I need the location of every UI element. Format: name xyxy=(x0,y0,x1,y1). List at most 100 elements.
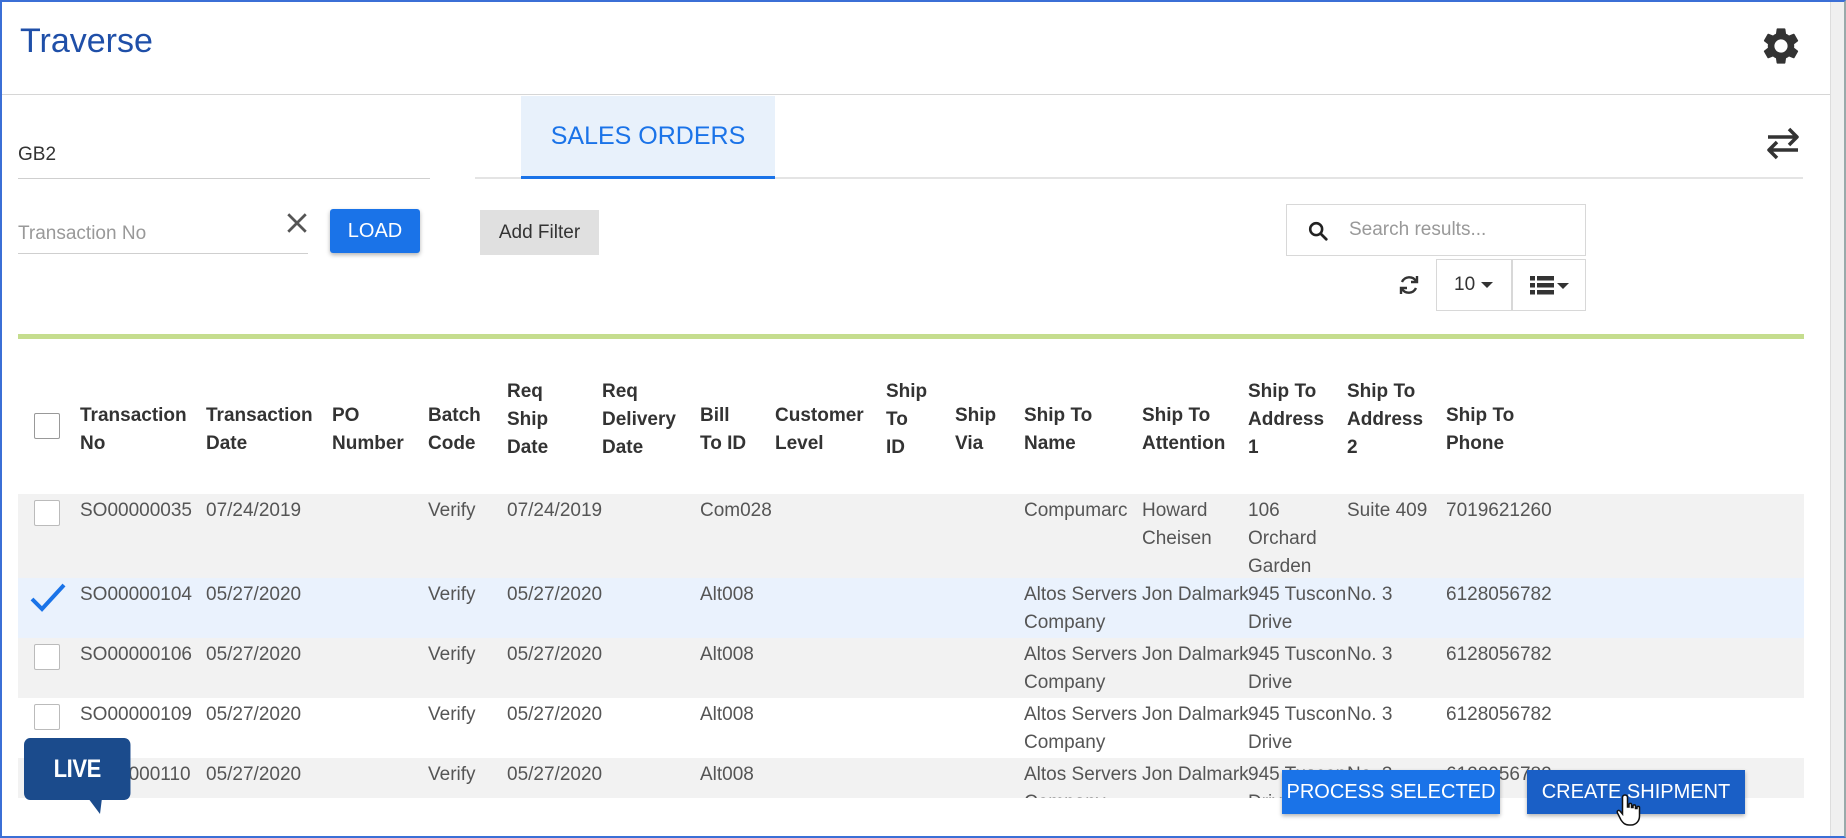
cell-line: 945 Tuscon xyxy=(1248,584,1347,605)
column-header-ship-via[interactable]: Ship Via xyxy=(955,402,996,458)
column-header-line: Address xyxy=(1248,409,1325,430)
cell-ship-to-attention: Jon Dalmark xyxy=(1142,641,1249,669)
cell-transaction-date: 05/27/2020 xyxy=(206,704,302,725)
gear-icon[interactable] xyxy=(1759,24,1803,68)
column-header-line: Address xyxy=(1347,409,1424,430)
cell-transaction-no: SO00000109 xyxy=(80,704,192,725)
cell-bill-to-id: Alt008 xyxy=(700,584,754,605)
section-divider xyxy=(18,334,1804,339)
column-header-line: Batch xyxy=(428,405,481,426)
cell-ship-to-address-2: No. 3 xyxy=(1347,701,1392,729)
process-selected-button[interactable]: PROCESS SELECTED xyxy=(1282,770,1500,814)
cell-transaction-date: 05/27/2020 xyxy=(206,644,302,665)
vertical-scrollbar[interactable] xyxy=(1830,2,1844,836)
cell-transaction-no: SO00000035 xyxy=(80,500,192,521)
cell-ship-to-phone: 6128056782 xyxy=(1446,704,1552,725)
chevron-down-icon xyxy=(1481,281,1494,288)
add-filter-button[interactable]: Add Filter xyxy=(480,210,599,255)
cell-line: 945 Tuscon xyxy=(1248,704,1347,725)
table-row[interactable]: SO00000109 05/27/2020 Verify 05/27/2020 Alt0… xyxy=(18,698,1804,758)
column-header-line: Ship To xyxy=(1142,405,1211,426)
cell-ship-to-phone: 6128056782 xyxy=(1446,644,1552,665)
column-header-line: Ship xyxy=(507,409,549,430)
cell-line: Jon Dalmark xyxy=(1142,704,1249,725)
checkmark-icon[interactable] xyxy=(30,582,66,614)
cell-line: Drive xyxy=(1248,672,1293,693)
cell-ship-to-phone: 7019621260 xyxy=(1446,500,1552,521)
cell-ship-to-name: Altos Servers Company xyxy=(1024,701,1137,757)
columns-dropdown[interactable] xyxy=(1512,259,1586,311)
column-header-ship-to-address-1[interactable]: Ship To Address 1 xyxy=(1248,378,1324,462)
column-header-bill-to-id[interactable]: Bill To ID xyxy=(700,402,746,458)
transaction-no-input[interactable] xyxy=(18,214,308,254)
load-button[interactable]: LOAD xyxy=(330,209,420,253)
cell-line: Drive xyxy=(1248,732,1293,753)
column-header-line: Ship To xyxy=(1248,381,1317,402)
live-chat-button[interactable]: LIVE CHAT xyxy=(24,738,131,836)
cell-ship-to-address-2: No. 3 xyxy=(1347,641,1392,669)
column-header-line: Attention xyxy=(1142,433,1226,454)
company-id[interactable]: GB2 xyxy=(18,144,56,166)
column-header-line: Phone xyxy=(1446,433,1505,454)
refresh-icon[interactable] xyxy=(1397,272,1421,298)
column-header-transaction-no[interactable]: Transaction No xyxy=(80,402,187,458)
page-size-dropdown[interactable]: 10 xyxy=(1436,259,1512,311)
column-header-line: Req xyxy=(602,381,638,402)
column-header-ship-to-id[interactable]: Ship To ID xyxy=(886,378,927,462)
close-icon[interactable] xyxy=(282,208,312,238)
table-row[interactable]: SO00000106 05/27/2020 Verify 05/27/2020 Alt0… xyxy=(18,638,1804,698)
column-header-ship-to-attention[interactable]: Ship To Attention xyxy=(1142,402,1225,458)
column-header-line: Code xyxy=(428,433,476,454)
cell-batch-code: Verify xyxy=(428,584,476,605)
column-header-line: Number xyxy=(332,433,404,454)
cell-ship-to-address-1: 945 Tuscon Drive xyxy=(1248,701,1346,757)
swap-arrows-icon[interactable] xyxy=(1764,126,1802,160)
column-header-customer-level[interactable]: Customer Level xyxy=(775,402,864,458)
cell-ship-to-name: Altos Servers Company xyxy=(1024,641,1137,697)
column-header-ship-to-name[interactable]: Ship To Name xyxy=(1024,402,1092,458)
cell-line: Jon Dalmark xyxy=(1142,584,1249,605)
app-header: Traverse xyxy=(2,2,1832,95)
column-header-line: Date xyxy=(602,437,644,458)
column-header-batch-code[interactable]: Batch Code xyxy=(428,402,481,458)
column-header-line: Ship xyxy=(955,405,997,426)
column-header-line: PO xyxy=(332,405,360,426)
cell-batch-code: Verify xyxy=(428,500,476,521)
cell-line: Company xyxy=(1024,732,1106,753)
column-header-line: 2 xyxy=(1347,437,1358,458)
cell-ship-to-address-1: 945 Tuscon Drive xyxy=(1248,641,1346,697)
table-row[interactable]: SO00000035 07/24/2019 Verify 07/24/2019 Com0… xyxy=(18,494,1804,578)
cell-req-ship-date: 05/27/2020 xyxy=(507,644,603,665)
cell-req-ship-date: 05/27/2020 xyxy=(507,584,603,605)
cell-ship-to-address-2: Suite 409 xyxy=(1347,497,1427,525)
column-header-po-number[interactable]: PO Number xyxy=(332,402,404,458)
live-chat-tail xyxy=(88,798,102,814)
row-checkbox[interactable] xyxy=(34,644,60,670)
row-checkbox[interactable] xyxy=(34,704,60,730)
column-header-line: Date xyxy=(206,433,248,454)
cell-line: Orchard xyxy=(1248,528,1317,549)
cell-ship-to-attention: Jon Dalmark xyxy=(1142,581,1249,609)
cell-line: Company xyxy=(1024,612,1106,633)
column-header-req-ship-date[interactable]: Req Ship Date xyxy=(507,378,548,462)
cell-ship-to-address-1: 945 Tuscon Drive xyxy=(1248,581,1346,637)
tab-sales-orders[interactable]: SALES ORDERS xyxy=(521,96,775,179)
column-header-line: Ship To xyxy=(1446,405,1515,426)
column-header-req-delivery-date[interactable]: Req Delivery Date xyxy=(602,378,676,462)
search-input[interactable] xyxy=(1349,215,1574,245)
cell-line: Altos Servers xyxy=(1024,764,1137,785)
cell-bill-to-id: Alt008 xyxy=(700,644,754,665)
row-checkbox[interactable] xyxy=(34,500,60,526)
cell-line: Howard xyxy=(1142,500,1208,521)
table-row[interactable]: SO00000104 05/27/2020 Verify 05/27/2020 Alt0… xyxy=(18,578,1804,638)
cell-line: Drive xyxy=(1248,612,1293,633)
cell-ship-to-attention: Jon Dalmark xyxy=(1142,761,1249,789)
column-header-transaction-date[interactable]: Transaction Date xyxy=(206,402,313,458)
cell-line: No. 3 xyxy=(1347,584,1393,605)
column-header-line: Ship To xyxy=(1347,381,1416,402)
column-header-line: Name xyxy=(1024,433,1076,454)
select-all-checkbox[interactable] xyxy=(34,413,60,439)
column-header-ship-to-address-2[interactable]: Ship To Address 2 xyxy=(1347,378,1423,462)
column-header-ship-to-phone[interactable]: Ship To Phone xyxy=(1446,402,1514,458)
hand-pointer-icon xyxy=(1616,794,1641,826)
